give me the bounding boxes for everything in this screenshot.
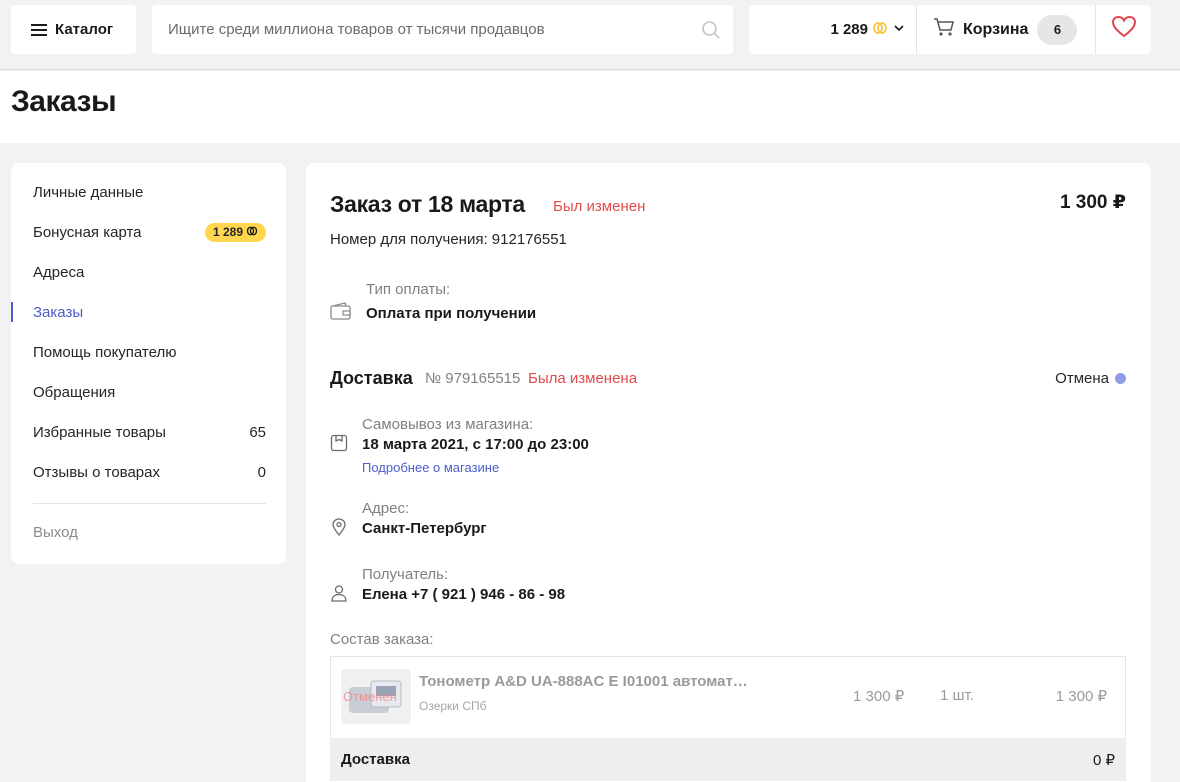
delivery-cost-label: Доставка bbox=[341, 751, 410, 768]
logout-link[interactable]: Выход bbox=[33, 520, 266, 544]
account-sidebar: Личные данные Бонусная карта 1 289 Адрес… bbox=[11, 163, 286, 564]
product-price: 1 300 ₽ bbox=[853, 688, 905, 705]
delivery-status: Была изменена bbox=[528, 370, 638, 387]
address-value: Санкт-Петербург bbox=[362, 520, 487, 537]
sidebar-item-bonus-card[interactable]: Бонусная карта 1 289 bbox=[33, 220, 266, 244]
bonus-balance-button[interactable]: 1 289 bbox=[749, 5, 917, 54]
product-image: Отменен bbox=[341, 669, 411, 724]
sidebar-item-label: Избранные товары bbox=[33, 423, 166, 441]
order-total: 1 300 ₽ bbox=[1059, 192, 1126, 213]
cancelled-tag: Отменен bbox=[343, 689, 397, 704]
heart-icon bbox=[1111, 15, 1137, 44]
delivery-number: № 979165515 bbox=[425, 370, 521, 387]
catalog-button[interactable]: Каталог bbox=[11, 5, 136, 54]
bonus-badge: 1 289 bbox=[204, 222, 266, 242]
top-header: Каталог 1 289 Корзина 6 bbox=[0, 0, 1180, 70]
sidebar-divider bbox=[33, 503, 266, 504]
order-status: Был изменен bbox=[553, 198, 646, 215]
catalog-label: Каталог bbox=[55, 21, 114, 38]
store-pickup-icon bbox=[330, 434, 348, 457]
recipient-value: Елена +7 ( 921 ) 946 - 86 - 98 bbox=[362, 586, 566, 603]
store-details-link[interactable]: Подробнее о магазине bbox=[362, 460, 499, 475]
sidebar-item-label: Отзывы о товарах bbox=[33, 463, 160, 481]
location-pin-icon bbox=[331, 518, 347, 541]
chevron-down-icon bbox=[892, 21, 906, 39]
order-title: Заказ от 18 марта bbox=[330, 191, 525, 217]
bonus-coin-icon bbox=[246, 225, 258, 240]
cancel-label: Отмена bbox=[1055, 370, 1109, 387]
product-sum: 1 300 ₽ bbox=[1055, 688, 1107, 705]
cart-button[interactable]: Корзина 6 bbox=[917, 5, 1096, 54]
delivery-title: Доставка bbox=[330, 368, 413, 388]
payment-type-value: Оплата при получении bbox=[366, 305, 537, 322]
sidebar-item-label: Бонусная карта bbox=[33, 223, 142, 241]
status-dot-icon bbox=[1115, 373, 1126, 384]
product-quantity: 1 шт. bbox=[940, 687, 974, 704]
delivery-cancel-status: Отмена bbox=[1055, 370, 1126, 387]
active-indicator bbox=[11, 302, 13, 322]
delivery-cost-row: Доставка 0 ₽ bbox=[330, 738, 1126, 781]
sidebar-item-orders[interactable]: Заказы bbox=[33, 300, 266, 324]
search-box bbox=[152, 5, 733, 54]
sidebar-item-label: Личные данные bbox=[33, 183, 144, 201]
favorites-button[interactable] bbox=[1096, 5, 1151, 54]
user-icon bbox=[330, 584, 348, 607]
logout-label: Выход bbox=[33, 523, 78, 541]
sidebar-item-label: Обращения bbox=[33, 383, 116, 401]
product-name: Тонометр A&D UA-888AC E I01001 автомат… bbox=[419, 673, 748, 690]
cart-icon bbox=[933, 17, 955, 42]
order-item-row[interactable]: Отменен Тонометр A&D UA-888AC E I01001 а… bbox=[330, 656, 1126, 738]
bonus-coin-icon bbox=[872, 20, 888, 40]
search-icon[interactable] bbox=[689, 20, 733, 40]
delivery-cost-value: 0 ₽ bbox=[1092, 751, 1115, 769]
sidebar-item-label: Адреса bbox=[33, 263, 85, 281]
wallet-icon bbox=[330, 302, 352, 325]
product-shop: Озерки СПб bbox=[419, 699, 487, 713]
sidebar-item-label: Помощь покупателю bbox=[33, 343, 177, 361]
sidebar-item-addresses[interactable]: Адреса bbox=[33, 260, 266, 284]
sidebar-item-count: 0 bbox=[257, 463, 266, 481]
sidebar-item-personal-data[interactable]: Личные данные bbox=[33, 180, 266, 204]
pickup-date: 18 марта 2021, с 17:00 до 23:00 bbox=[362, 436, 589, 453]
page-title: Заказы bbox=[11, 85, 117, 118]
sidebar-item-reviews[interactable]: Отзывы о товарах 0 bbox=[33, 460, 266, 484]
order-card: Заказ от 18 марта Был изменен 1 300 ₽ Но… bbox=[306, 163, 1151, 782]
cart-count-badge: 6 bbox=[1037, 14, 1078, 45]
bonus-badge-value: 1 289 bbox=[212, 225, 243, 239]
sidebar-item-requests[interactable]: Обращения bbox=[33, 380, 266, 404]
sidebar-item-help[interactable]: Помощь покупателю bbox=[33, 340, 266, 364]
header-actions: 1 289 Корзина 6 bbox=[749, 5, 1151, 54]
pickup-label: Самовывоз из магазина: bbox=[362, 416, 534, 433]
sidebar-item-favorites[interactable]: Избранные товары 65 bbox=[33, 420, 266, 444]
order-number: Номер для получения: 912176551 bbox=[330, 231, 567, 248]
sidebar-item-label: Заказы bbox=[33, 303, 84, 321]
address-label: Адрес: bbox=[362, 500, 410, 517]
menu-icon bbox=[31, 23, 47, 36]
payment-type-label: Тип оплаты: bbox=[366, 281, 451, 298]
search-input[interactable] bbox=[152, 5, 689, 54]
recipient-label: Получатель: bbox=[362, 566, 449, 583]
cart-label: Корзина bbox=[963, 20, 1029, 38]
bonus-amount: 1 289 bbox=[830, 21, 868, 38]
order-composition-label: Состав заказа: bbox=[330, 631, 434, 648]
sidebar-item-count: 65 bbox=[249, 423, 266, 441]
title-band: Заказы bbox=[0, 71, 1180, 143]
